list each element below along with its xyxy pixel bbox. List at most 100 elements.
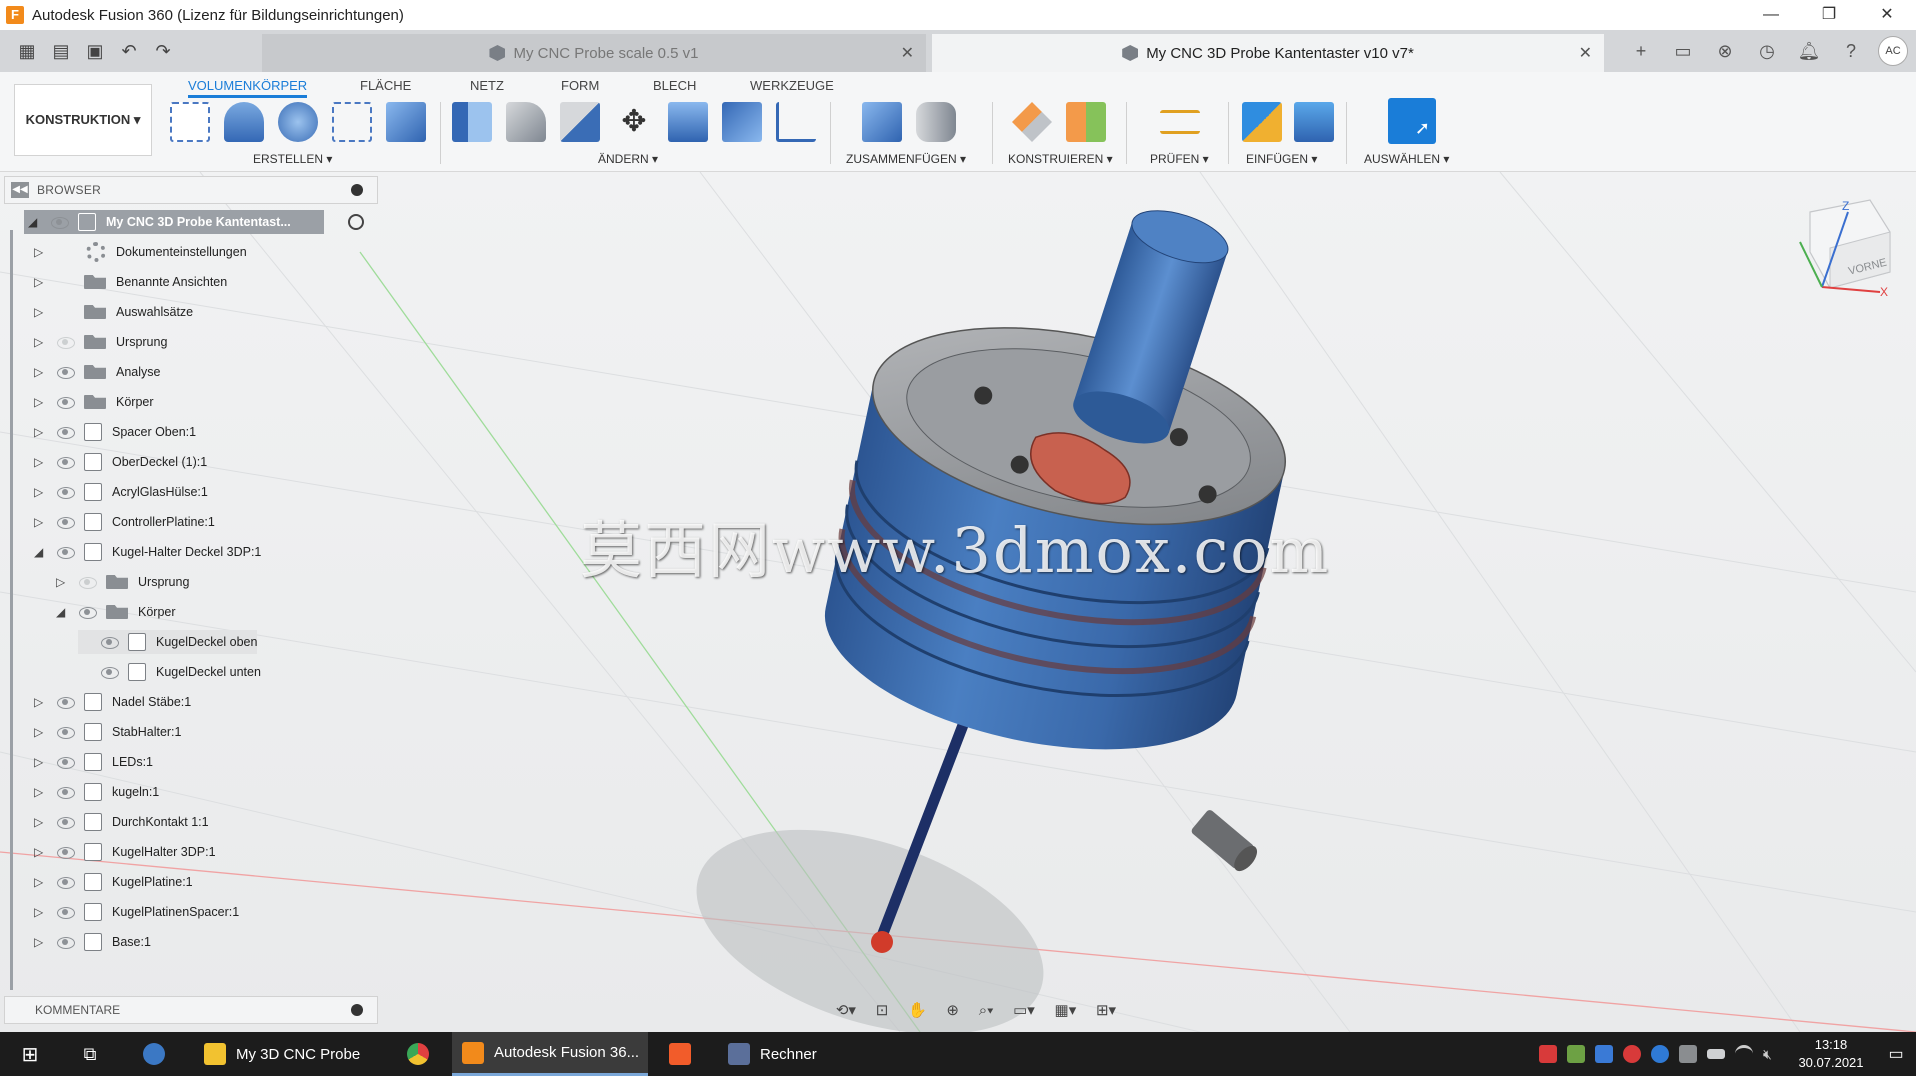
tree-item[interactable]: ▷ Ursprung (56, 570, 189, 594)
visibility-eye-icon[interactable] (56, 846, 75, 859)
visibility-eye-icon[interactable] (50, 216, 69, 229)
notifications-icon[interactable]: 🔔︎ (1788, 41, 1830, 62)
task-view-icon[interactable]: ⧉ (72, 1032, 108, 1076)
tree-item[interactable]: ▷ KugelPlatinenSpacer:1 (34, 900, 239, 924)
close-window-button[interactable]: ✕ (1858, 0, 1916, 30)
activate-component-icon[interactable] (348, 214, 364, 230)
browser-pin-icon[interactable] (351, 184, 363, 196)
tree-item[interactable]: ▷ Spacer Oben:1 (34, 420, 196, 444)
revolve-icon[interactable] (278, 102, 318, 142)
visibility-eye-icon[interactable] (56, 936, 75, 949)
grid-settings-icon[interactable]: ▦▾ (1055, 1001, 1077, 1019)
expand-arrow-icon[interactable]: ▷ (56, 575, 68, 589)
user-avatar[interactable]: AC (1878, 36, 1908, 66)
replace-face-icon[interactable] (668, 102, 708, 142)
create-sketch-icon[interactable] (170, 102, 210, 142)
visibility-eye-icon[interactable] (56, 366, 75, 379)
tree-item[interactable]: ▷ LEDs:1 (34, 750, 153, 774)
visibility-eye-icon[interactable] (56, 906, 75, 919)
tree-item[interactable]: ▷ DurchKontakt 1:1 (34, 810, 209, 834)
new-tab-icon[interactable]: + (1620, 41, 1662, 62)
expand-arrow-icon[interactable]: ▷ (34, 335, 46, 349)
extensions-icon[interactable]: ⊗ (1704, 41, 1746, 62)
insert-canvas-icon[interactable] (1294, 102, 1334, 142)
tab-surface[interactable]: FLÄCHE (360, 74, 411, 98)
tree-item[interactable]: ▷ Nadel Stäbe:1 (34, 690, 191, 714)
chrome-icon[interactable] (398, 1032, 438, 1076)
create-group-label[interactable]: ERSTELLEN ▾ (253, 152, 332, 166)
pattern-icon[interactable] (332, 102, 372, 142)
modify-group-label[interactable]: ÄNDERN ▾ (598, 152, 658, 166)
visibility-eye-icon[interactable] (78, 576, 97, 589)
taskbar-explorer[interactable]: My 3D CNC Probe (196, 1032, 386, 1076)
expand-arrow-icon[interactable]: ▷ (34, 365, 46, 379)
pan-icon[interactable]: ✋ (908, 1001, 927, 1019)
orbit-icon[interactable]: ⟲▾ (836, 1001, 856, 1019)
undo-icon[interactable]: ↶ (112, 41, 146, 62)
tab-tools[interactable]: WERKZEUGE (750, 74, 834, 98)
expand-arrow-icon[interactable]: ▷ (34, 845, 46, 859)
expand-arrow-icon[interactable]: ▷ (34, 875, 46, 889)
notification-center-icon[interactable]: ▭ (1876, 1044, 1916, 1064)
visibility-eye-icon[interactable] (56, 336, 75, 349)
new-component-icon[interactable] (862, 102, 902, 142)
visibility-eye-icon[interactable] (56, 396, 75, 409)
tree-item[interactable]: ▷ Benannte Ansichten (34, 270, 227, 294)
tree-item[interactable]: ▷ AcrylGlasHülse:1 (34, 480, 208, 504)
sync-icon[interactable] (1679, 1045, 1697, 1063)
construct-group-label[interactable]: KONSTRUIEREN ▾ (1008, 152, 1113, 166)
visibility-eye-icon[interactable] (100, 666, 119, 679)
workspace-switcher-button[interactable]: KONSTRUKTION ▾ (14, 84, 152, 156)
document-tab-probe-scale[interactable]: My CNC Probe scale 0.5 v1 ✕ (262, 34, 926, 72)
add-comment-icon[interactable] (351, 1004, 363, 1016)
data-panel-icon[interactable]: ▭ (1662, 41, 1704, 62)
visibility-eye-icon[interactable] (56, 426, 75, 439)
move-icon[interactable]: ✥ (614, 102, 654, 142)
tree-item[interactable]: ▷ Ursprung (34, 330, 167, 354)
collapse-arrow-icon[interactable]: ◢ (28, 215, 40, 229)
box-icon[interactable] (386, 102, 426, 142)
expand-arrow-icon[interactable]: ▷ (34, 425, 46, 439)
fit-icon[interactable]: ⌕▾ (979, 1002, 994, 1019)
expand-arrow-icon[interactable]: ▷ (34, 725, 46, 739)
tree-root[interactable]: ◢ My CNC 3D Probe Kantentast... (24, 210, 324, 234)
help-icon[interactable]: ? (1830, 41, 1872, 62)
select-tool-icon[interactable]: ➚ (1388, 98, 1436, 144)
app-grid-icon[interactable]: ▦ (10, 41, 44, 62)
tree-item[interactable]: ▷ OberDeckel (1):1 (34, 450, 207, 474)
midplane-icon[interactable] (1066, 102, 1106, 142)
visibility-eye-icon[interactable] (56, 696, 75, 709)
tab-form[interactable]: FORM (561, 74, 599, 98)
job-status-icon[interactable]: ◷ (1746, 41, 1788, 62)
measure-icon[interactable] (1160, 110, 1200, 134)
expand-arrow-icon[interactable]: ▷ (34, 395, 46, 409)
viewcube[interactable]: X Z VORNE (1799, 199, 1891, 299)
visibility-eye-icon[interactable] (78, 606, 97, 619)
battery-icon[interactable] (1707, 1049, 1725, 1059)
brave-icon[interactable] (660, 1032, 700, 1076)
align-icon[interactable] (776, 102, 816, 142)
taskbar-fusion[interactable]: Autodesk Fusion 36... (452, 1032, 648, 1076)
expand-arrow-icon[interactable]: ▷ (34, 755, 46, 769)
file-menu-icon[interactable]: ▤ (44, 41, 78, 62)
select-group-label[interactable]: AUSWÄHLEN ▾ (1364, 152, 1449, 166)
fillet-icon[interactable] (506, 102, 546, 142)
visibility-eye-icon[interactable] (56, 456, 75, 469)
collapse-arrow-icon[interactable]: ◢ (34, 545, 46, 559)
expand-arrow-icon[interactable]: ▷ (34, 515, 46, 529)
visibility-eye-icon[interactable] (56, 726, 75, 739)
redo-icon[interactable]: ↷ (146, 41, 180, 62)
close-tab-icon[interactable]: ✕ (1579, 43, 1592, 63)
tree-item[interactable]: ▷ ControllerPlatine:1 (34, 510, 215, 534)
wifi-icon[interactable] (1735, 1045, 1753, 1063)
security-shield-icon[interactable] (1595, 1045, 1613, 1063)
expand-arrow-icon[interactable]: ▷ (34, 785, 46, 799)
system-clock[interactable]: 13:18 30.07.2021 (1786, 1036, 1876, 1072)
close-tab-icon[interactable]: ✕ (901, 43, 914, 63)
display-settings-icon[interactable]: ▭▾ (1013, 1001, 1035, 1019)
tree-item[interactable]: ▷ StabHalter:1 (34, 720, 181, 744)
tree-item[interactable]: ◢ Körper (56, 600, 176, 624)
tree-item[interactable]: KugelDeckel oben (78, 630, 258, 654)
expand-arrow-icon[interactable]: ▷ (34, 485, 46, 499)
tree-item[interactable]: ▷ KugelPlatine:1 (34, 870, 193, 894)
